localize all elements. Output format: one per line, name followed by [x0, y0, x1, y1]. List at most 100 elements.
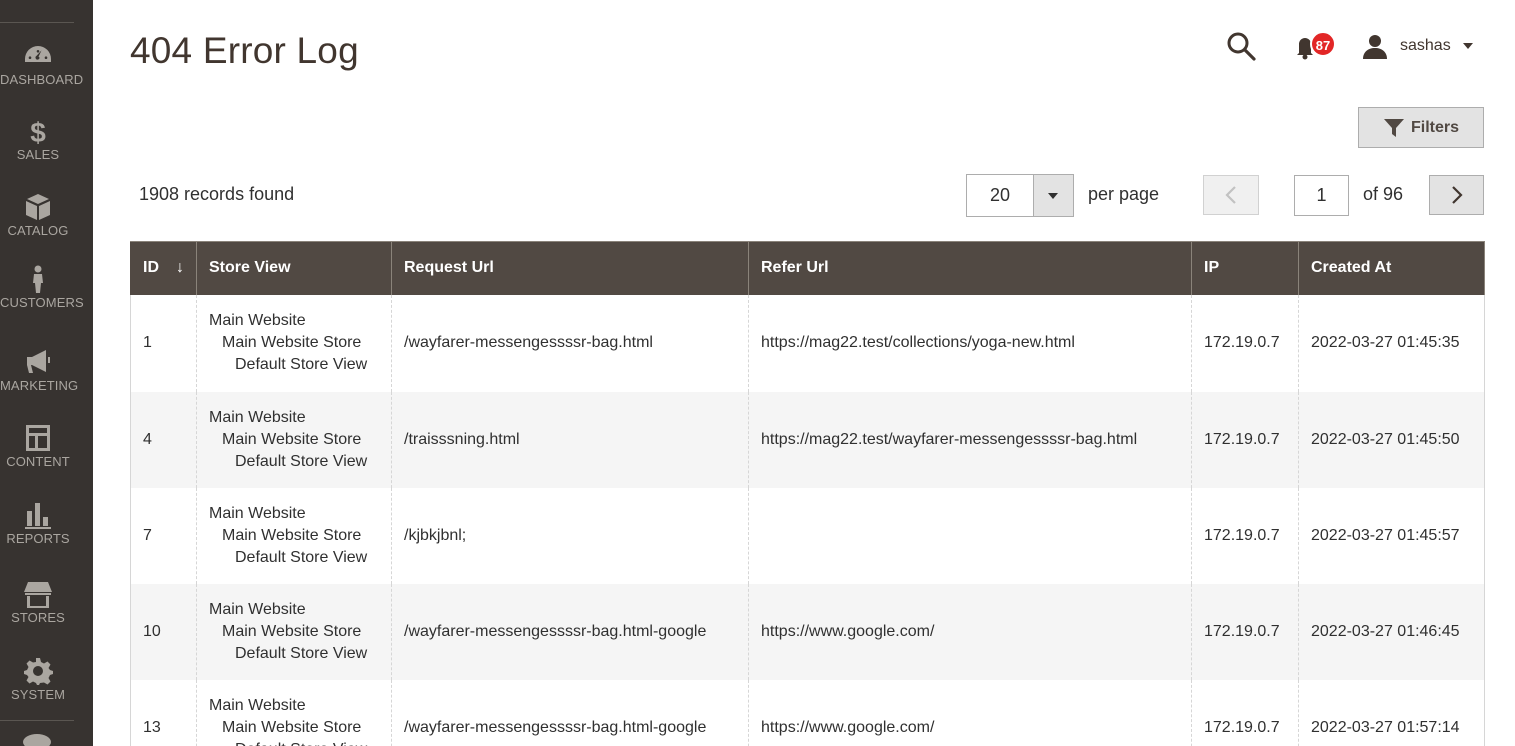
table-row[interactable]: 13 Main Website Main Website Store Default …: [130, 679, 1485, 746]
sidebar-item-reports[interactable]: REPORTS: [0, 501, 76, 546]
store-view: Default Store View: [235, 548, 368, 566]
cell-refer-url: https://www.google.com/: [748, 583, 1192, 680]
column-header-id[interactable]: ID ↓: [130, 241, 197, 295]
megaphone-icon: [27, 350, 50, 373]
cell-request-url: /wayfarer-messengessssr-bag.html: [391, 294, 749, 392]
page-title: 404 Error Log: [130, 30, 359, 71]
table-row[interactable]: 10 Main Website Main Website Store Default …: [130, 583, 1485, 680]
store-view: Default Store View: [235, 356, 368, 373]
filters-button[interactable]: Filters: [1358, 107, 1484, 148]
chevron-left-icon: [1225, 186, 1236, 204]
sidebar-item-label: SYSTEM: [10, 687, 66, 702]
cell-id: 10: [130, 583, 197, 680]
caret-down-icon: [1048, 193, 1058, 199]
notifications-badge[interactable]: 87: [1310, 31, 1336, 57]
sidebar-item-content[interactable]: CONTENT: [0, 424, 76, 469]
svg-text:$: $: [30, 117, 46, 145]
cell-created-at: 2022-03-27 01:45:57: [1298, 487, 1485, 584]
layout-icon: [26, 425, 50, 451]
store-view: Default Store View: [235, 644, 368, 662]
sidebar-item-label: CUSTOMERS: [0, 295, 84, 310]
search-icon[interactable]: [1226, 31, 1256, 61]
error-log-grid: ID ↓ Store View Request Url Refer Url IP …: [130, 241, 1485, 746]
column-header-request-url[interactable]: Request Url: [391, 241, 749, 295]
user-name: sashas: [1400, 37, 1451, 54]
cell-ip: 172.19.0.7: [1191, 294, 1299, 392]
cell-created-at: 2022-03-27 01:46:45: [1298, 583, 1485, 680]
table-header-row: ID ↓ Store View Request Url Refer Url IP …: [130, 241, 1485, 295]
box-icon: [26, 194, 50, 220]
dollar-icon: $: [30, 117, 46, 145]
sidebar-item-label: MARKETING: [0, 378, 79, 393]
store-group: Main Website Store: [222, 718, 362, 736]
sidebar-item-dashboard[interactable]: DASHBOARD: [0, 42, 84, 87]
chevron-right-icon: [1451, 186, 1463, 204]
sidebar-item-label: REPORTS: [6, 531, 70, 546]
cell-id: 7: [130, 487, 197, 584]
next-page-button[interactable]: [1429, 175, 1484, 215]
person-icon: [33, 265, 43, 293]
store-website: Main Website: [209, 600, 306, 618]
sidebar-item-label: CONTENT: [6, 454, 70, 469]
sidebar-item-catalog[interactable]: CATALOG: [0, 193, 76, 238]
chevron-down-icon: [1462, 43, 1473, 49]
sidebar-item-label: CATALOG: [7, 223, 69, 238]
store-icon: [24, 582, 52, 608]
cell-request-url: /traisssning.html: [391, 391, 749, 488]
sidebar-divider: [0, 22, 74, 23]
user-menu[interactable]: sashas: [1362, 31, 1473, 61]
table-row[interactable]: 4 Main Website Main Website Store Default S…: [130, 391, 1485, 488]
filters-label: Filters: [1410, 118, 1459, 136]
store-website: Main Website: [209, 408, 306, 426]
records-found: 1908 records found: [139, 184, 295, 204]
column-header-created-at[interactable]: Created At: [1298, 241, 1485, 295]
store-group: Main Website Store: [222, 430, 362, 448]
partner-icon[interactable]: [22, 732, 52, 746]
sidebar-item-sales[interactable]: $ SALES: [0, 117, 76, 162]
sidebar-item-label: DASHBOARD: [0, 72, 84, 87]
cell-created-at: 2022-03-27 01:45:50: [1298, 391, 1485, 488]
previous-page-button[interactable]: [1203, 175, 1259, 215]
cell-id: 13: [130, 679, 197, 746]
total-pages: of 96: [1363, 184, 1404, 204]
table-row[interactable]: 1 Main Website Main Website Store Default S…: [130, 294, 1485, 392]
store-view: Default Store View: [209, 739, 379, 746]
sidebar-item-label: SALES: [16, 147, 60, 162]
cell-store-view: Main Website Main Website Store Default St…: [196, 294, 392, 392]
sidebar-item-customers[interactable]: CUSTOMERS: [0, 265, 84, 310]
admin-sidebar: DASHBOARD $ SALES CATALOG CUSTOMERS MARK…: [0, 0, 93, 746]
sidebar-item-marketing[interactable]: MARKETING: [0, 348, 79, 393]
sidebar-item-label: STORES: [11, 610, 65, 625]
store-group: Main Website Store: [222, 622, 362, 640]
cell-id: 4: [130, 391, 197, 488]
sidebar-item-system[interactable]: SYSTEM: [0, 657, 76, 702]
cell-request-url: /wayfarer-messengessssr-bag.html-google: [391, 583, 749, 680]
current-page-input[interactable]: [1294, 175, 1349, 216]
cell-ip: 172.19.0.7: [1191, 487, 1299, 584]
cell-ip: 172.19.0.7: [1191, 583, 1299, 680]
cell-id: 1: [130, 294, 197, 392]
per-page-select[interactable]: 20: [966, 174, 1074, 217]
cell-store-view: Main Website Main Website Store Default St…: [196, 583, 392, 680]
cell-refer-url: https://www.google.com/: [748, 679, 1192, 746]
column-header-refer-url[interactable]: Refer Url: [748, 241, 1192, 295]
sidebar-item-stores[interactable]: STORES: [0, 580, 76, 625]
cell-store-view: Main Website Main Website Store Default St…: [196, 487, 392, 584]
per-page-value: 20: [989, 185, 1011, 205]
cell-store-view: Main Website Main Website Store Default St…: [196, 391, 392, 488]
store-view: Default Store View: [235, 452, 368, 470]
per-page-dropdown-toggle[interactable]: [1033, 175, 1073, 216]
store-website: Main Website: [209, 504, 306, 522]
column-header-store-view[interactable]: Store View: [196, 241, 392, 295]
per-page-label: per page: [1088, 184, 1160, 204]
sort-descending-icon: ↓: [176, 259, 184, 277]
cell-ip: 172.19.0.7: [1191, 391, 1299, 488]
column-header-ip[interactable]: IP: [1191, 241, 1299, 295]
cell-store-view: Main Website Main Website Store Default St…: [196, 679, 392, 746]
store-website: Main Website: [209, 312, 306, 329]
cell-request-url: /wayfarer-messengessssr-bag.html-google: [391, 679, 749, 746]
table-row[interactable]: 7 Main Website Main Website Store Default S…: [130, 487, 1485, 584]
gear-icon: [24, 658, 53, 685]
user-icon: [1363, 35, 1387, 59]
filter-icon: [1383, 118, 1404, 137]
